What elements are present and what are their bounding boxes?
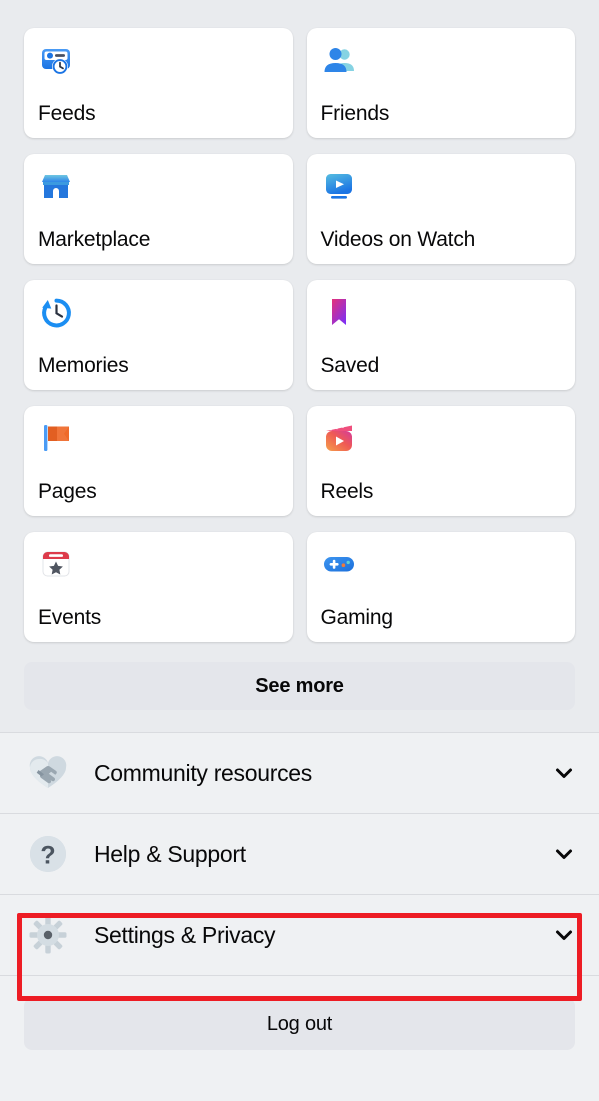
- menu-row-label: Settings & Privacy: [94, 921, 276, 948]
- shortcut-card-saved[interactable]: Saved: [306, 280, 575, 390]
- shortcut-card-feeds[interactable]: Feeds: [24, 28, 293, 138]
- friends-icon: [321, 42, 357, 78]
- shortcuts-section: Feeds Friends Marketplace Videos on Watc…: [0, 0, 599, 642]
- chevron-down-icon[interactable]: [553, 843, 575, 865]
- shortcut-label: Marketplace: [38, 228, 151, 251]
- shortcut-label: Gaming: [320, 606, 394, 629]
- shortcut-label: Friends: [320, 102, 390, 125]
- question-mark-icon: ?: [26, 832, 70, 876]
- svg-text:?: ?: [40, 842, 55, 870]
- see-more-section: See more: [0, 642, 599, 732]
- shortcut-card-reels[interactable]: Reels: [306, 406, 575, 516]
- menu-row-community-resources[interactable]: Community resources: [0, 733, 599, 814]
- shortcuts-grid: Feeds Friends Marketplace Videos on Watc…: [24, 28, 575, 642]
- handshake-heart-icon: [26, 751, 70, 795]
- events-calendar-icon: [38, 546, 74, 582]
- feeds-icon: [38, 42, 74, 78]
- log-out-button[interactable]: Log out: [24, 998, 575, 1050]
- saved-bookmark-icon: [321, 294, 357, 330]
- marketplace-icon: [38, 168, 74, 204]
- menu-row-label: Community resources: [94, 759, 312, 786]
- shortcut-label: Videos on Watch: [320, 228, 476, 251]
- shortcut-label: Memories: [38, 354, 129, 377]
- shortcut-card-gaming[interactable]: Gaming: [306, 532, 575, 642]
- pages-flag-icon: [38, 420, 74, 456]
- menu-row-label: Help & Support: [94, 840, 246, 867]
- shortcut-card-videos-on-watch[interactable]: Videos on Watch: [306, 154, 575, 264]
- menu-row-help-and-support[interactable]: ? Help & Support: [0, 814, 599, 895]
- logout-section: Log out: [0, 976, 599, 1101]
- facebook-menu-screen: Feeds Friends Marketplace Videos on Watc…: [0, 0, 599, 1101]
- shortcut-card-marketplace[interactable]: Marketplace: [24, 154, 293, 264]
- shortcut-label: Events: [38, 606, 101, 629]
- chevron-down-icon[interactable]: [553, 762, 575, 784]
- shortcut-label: Feeds: [38, 102, 96, 125]
- shortcut-card-memories[interactable]: Memories: [24, 280, 293, 390]
- memories-icon: [38, 294, 74, 330]
- menu-rows: Community resources ? Help & Support Set…: [0, 732, 599, 976]
- see-more-button[interactable]: See more: [24, 662, 575, 710]
- videos-on-watch-icon: [321, 168, 357, 204]
- shortcut-card-events[interactable]: Events: [24, 532, 293, 642]
- shortcut-label: Pages: [38, 480, 97, 503]
- shortcut-card-pages[interactable]: Pages: [24, 406, 293, 516]
- chevron-down-icon[interactable]: [553, 924, 575, 946]
- reels-icon: [321, 420, 357, 456]
- shortcut-card-friends[interactable]: Friends: [306, 28, 575, 138]
- gaming-controller-icon: [321, 546, 357, 582]
- gear-icon: [26, 913, 70, 957]
- shortcut-label: Reels: [320, 480, 374, 503]
- menu-row-settings-and-privacy[interactable]: Settings & Privacy: [0, 895, 599, 976]
- shortcut-label: Saved: [320, 354, 380, 377]
